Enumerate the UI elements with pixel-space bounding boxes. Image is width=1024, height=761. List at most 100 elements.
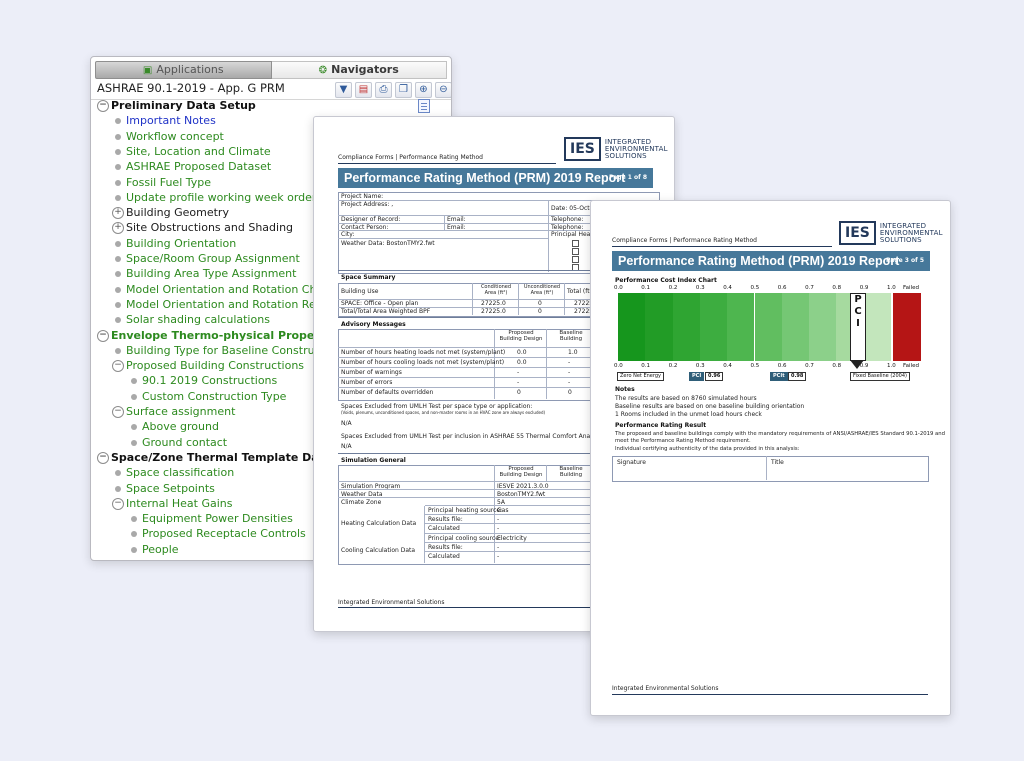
tree-item[interactable]: 90.1 2019 Constructions — [131, 374, 278, 388]
tree-item[interactable]: Solar shading calculations — [115, 313, 270, 327]
bullet-icon — [115, 470, 121, 477]
tree-item[interactable]: Model Orientation and Rotation Report — [115, 298, 338, 312]
tree-item[interactable]: − Proposed Building Constructions — [112, 359, 305, 373]
pci-letter: P — [854, 294, 862, 305]
tree-item-label: Space/Room Group Assignment — [126, 252, 300, 265]
collapse-icon[interactable]: − — [97, 100, 109, 112]
tree-item[interactable]: Update profile working week order — [115, 190, 317, 205]
tree-item-label: Building Geometry — [126, 206, 229, 220]
tree-item[interactable]: − Surface assignment — [112, 405, 235, 419]
tree-item[interactable]: Building Orientation — [115, 237, 236, 251]
tab-navigators[interactable]: ❂ Navigators — [271, 61, 447, 79]
simulation-cell: - — [497, 525, 500, 532]
expand-icon[interactable]: + — [112, 207, 124, 220]
report2-header: Compliance Forms | Performance Rating Me… — [612, 237, 757, 244]
bullet-icon — [115, 286, 121, 293]
tree-item-label: Site Obstructions and Shading — [126, 221, 294, 235]
tree-item[interactable]: Model Orientation and Rotation Check — [115, 283, 336, 297]
pci-tick-label: 0.5 — [750, 363, 760, 369]
collapse-icon[interactable]: − — [112, 406, 124, 418]
zero-net-energy-tag: Zero Net Energy — [617, 372, 664, 381]
tree-item[interactable]: Above ground — [131, 420, 219, 434]
tree-item[interactable]: Site, Location and Climate — [115, 145, 271, 159]
collapse-icon[interactable]: − — [97, 329, 109, 342]
heating-checkbox-1 — [572, 240, 579, 247]
bullet-icon — [115, 164, 121, 171]
simulation-cell: Principal cooling source: — [428, 535, 501, 542]
pci-letter: I — [856, 318, 860, 329]
navigator-selector[interactable]: ASHRAE 90.1-2019 - App. G PRM — [97, 81, 285, 95]
simulation-cell: Electricity — [497, 535, 527, 542]
report1-page-number: Page 1 of 8 — [609, 174, 647, 181]
report2-page-number: Page 3 of 5 — [886, 257, 924, 264]
tree-item-label: 90.1 2019 Constructions — [142, 374, 278, 388]
advisory-cell: Number of hours heating loads not met (s… — [341, 349, 506, 356]
tree-item-label: Above ground — [142, 420, 219, 434]
tree-item-label: Update profile working week order — [126, 190, 317, 204]
result-title: Performance Rating Result — [615, 422, 707, 429]
pci-scale-band — [672, 293, 700, 361]
ies-logo-2: IES INTEGRATED ENVIRONMENTAL SOLUTIONS — [839, 221, 943, 245]
print-icon[interactable]: ⎙ — [375, 82, 392, 98]
tree-item[interactable]: Space classification — [115, 466, 234, 480]
copy-icon[interactable]: ❐ — [395, 82, 412, 98]
tree-item-label: Envelope Thermo-physical Properties — [111, 328, 343, 342]
remove-icon[interactable]: ⊖ — [435, 82, 451, 98]
document-icon[interactable] — [418, 99, 430, 113]
advisory-cell: - — [568, 359, 571, 366]
tree-item[interactable]: Workflow concept — [115, 130, 224, 144]
pci-tick-label: 1.0 — [887, 285, 896, 291]
pci-failed-label: Failed — [903, 363, 919, 369]
bullet-icon — [115, 133, 121, 140]
bullet-icon — [131, 546, 137, 553]
add-icon[interactable]: ⊕ — [415, 82, 432, 98]
tree-item[interactable]: Space/Room Group Assignment — [115, 252, 300, 266]
pci-scale-band — [781, 293, 810, 361]
bullet-icon — [115, 347, 121, 354]
pci-scale-band — [645, 293, 673, 361]
tree-item[interactable]: Ground contact — [131, 436, 227, 450]
tree-item[interactable]: Equipment Power Densities — [131, 512, 293, 526]
tree-item-label: Internal Heat Gains — [126, 496, 233, 510]
tree-item[interactable]: Proposed Receptacle Controls — [131, 527, 306, 541]
tree-item[interactable]: − Preliminary Data Setup — [97, 99, 256, 113]
pci-tick-label: 0.2 — [668, 285, 678, 291]
applications-icon: ▣ — [142, 65, 153, 76]
advisory-cell: - — [568, 379, 571, 386]
collapse-icon[interactable]: − — [97, 451, 109, 464]
tree-item[interactable]: Important Notes — [115, 114, 216, 128]
tree-item-label: Space/Zone Thermal Template Data — [111, 450, 332, 464]
advisory-cell: Number of defaults overridden — [341, 389, 434, 396]
tree-item[interactable]: Space Setpoints — [115, 481, 215, 496]
tree-item[interactable]: People — [131, 543, 179, 557]
tree-item[interactable]: Building Area Type Assignment — [115, 267, 296, 281]
tree-item-label: Proposed Building Constructions — [126, 359, 305, 373]
pci-scale-band — [618, 293, 646, 361]
simulation-cell: - — [497, 553, 500, 560]
pci-tick-label: 0.2 — [668, 363, 678, 369]
tree-item[interactable]: Fossil Fuel Type — [115, 176, 211, 190]
dropdown-arrow-icon[interactable]: ▼ — [335, 82, 352, 98]
pci-tick-label: 0.8 — [832, 285, 842, 291]
tree-item[interactable]: ASHRAE Proposed Dataset — [115, 160, 271, 174]
expand-icon[interactable]: + — [112, 222, 124, 235]
collapse-icon[interactable]: − — [112, 360, 124, 373]
bullet-icon — [115, 148, 121, 155]
tree-item[interactable]: − Internal Heat Gains — [112, 496, 233, 511]
bullet-icon — [131, 424, 137, 431]
collapse-icon[interactable]: − — [112, 497, 124, 510]
heating-checkbox-3 — [572, 256, 579, 263]
notes-title: Notes — [615, 386, 635, 393]
bullet-icon — [131, 378, 137, 385]
tree-item[interactable]: + Building Geometry — [112, 206, 229, 220]
space-summary-title: Space Summary — [341, 274, 396, 281]
tab-applications[interactable]: ▣ Applications — [95, 61, 272, 79]
tree-item[interactable]: + Site Obstructions and Shading — [112, 221, 294, 235]
tree-item-label: Space Setpoints — [126, 481, 215, 495]
pcit-tag: PCIt — [770, 372, 788, 381]
report-icon[interactable]: ▤ — [355, 82, 372, 98]
pci-failed-band — [893, 293, 921, 361]
tree-item[interactable]: − Envelope Thermo-physical Properties — [97, 328, 343, 343]
tree-item[interactable]: − Space/Zone Thermal Template Data — [97, 450, 332, 465]
tree-item[interactable]: Custom Construction Type — [131, 390, 286, 404]
